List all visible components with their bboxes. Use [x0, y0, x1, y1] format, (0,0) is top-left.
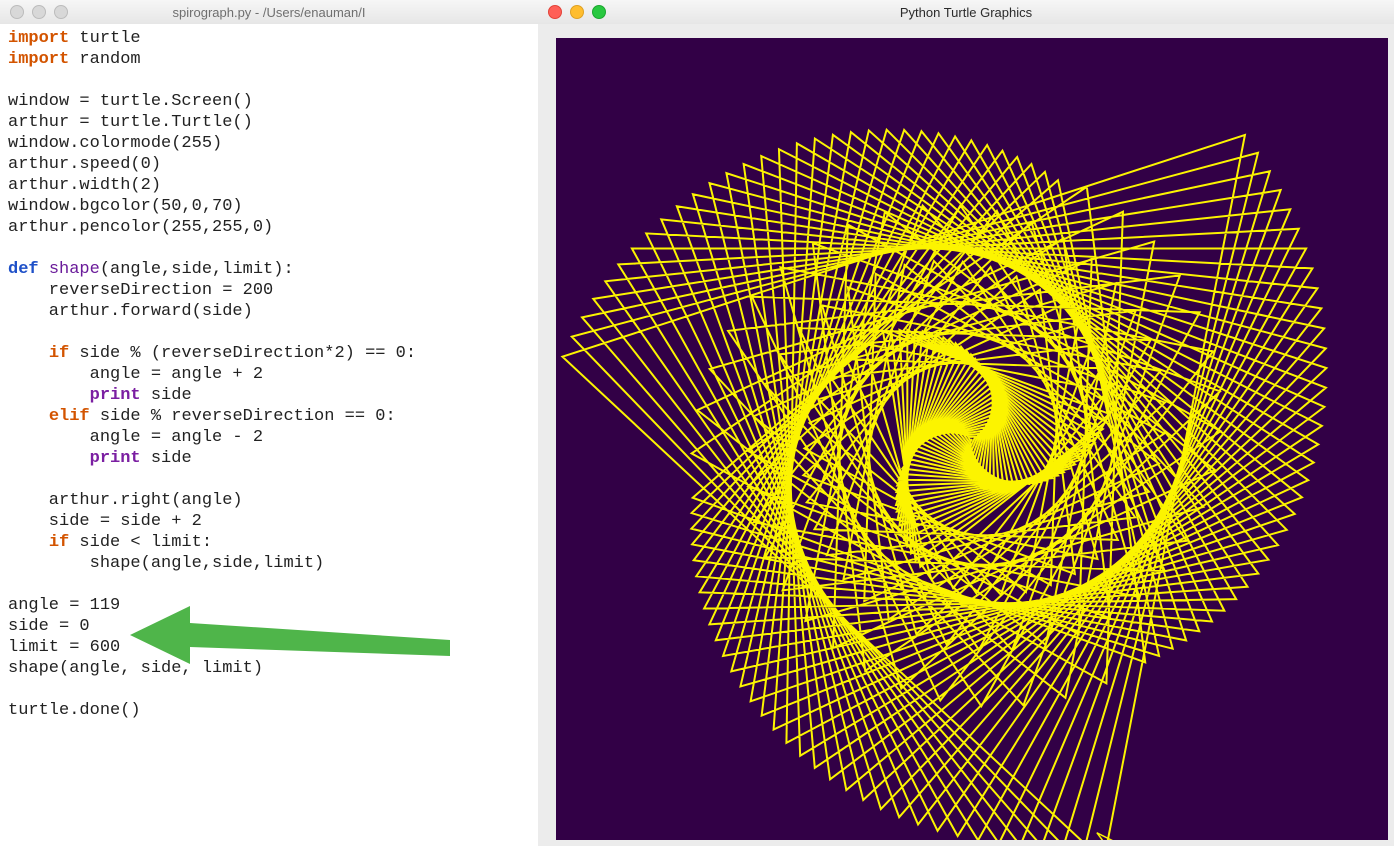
graphics-pane[interactable]: [538, 24, 1394, 846]
code-line: side % (reverseDirection*2) == 0:: [69, 344, 416, 363]
code-line: shape(angle,side,limit): [8, 554, 324, 573]
turtle-canvas[interactable]: [556, 38, 1388, 840]
graphics-traffic-lights: [548, 5, 606, 19]
code-line: arthur.speed(0): [8, 155, 161, 174]
graphics-title: Python Turtle Graphics: [538, 5, 1394, 20]
minimize-icon[interactable]: [570, 5, 584, 19]
minimize-icon[interactable]: [32, 5, 46, 19]
function-name: shape: [49, 260, 100, 279]
keyword-elif: elif: [49, 407, 90, 426]
screenshot-stage: spirograph.py - /Users/enauman/I Python …: [0, 0, 1394, 846]
code-line: side: [141, 386, 192, 405]
editor-title: spirograph.py - /Users/enauman/I: [0, 5, 538, 20]
maximize-icon[interactable]: [592, 5, 606, 19]
maximize-icon[interactable]: [54, 5, 68, 19]
code-line: angle = angle + 2: [8, 365, 263, 384]
code-line: arthur = turtle.Turtle(): [8, 113, 253, 132]
graphics-titlebar[interactable]: Python Turtle Graphics: [538, 0, 1394, 25]
editor-pane[interactable]: import turtle import random window = tur…: [0, 24, 538, 846]
module-name: turtle: [69, 29, 140, 48]
code-line: side < limit:: [69, 533, 212, 552]
keyword-print: print: [90, 386, 141, 405]
code-line: arthur.pencolor(255,255,0): [8, 218, 273, 237]
function-params: (angle,side,limit):: [100, 260, 294, 279]
code-line: side = side + 2: [8, 512, 202, 531]
close-icon[interactable]: [548, 5, 562, 19]
code-line: turtle.done(): [8, 701, 141, 720]
module-name: random: [69, 50, 140, 69]
spirograph-drawing: [556, 38, 1388, 840]
keyword-def: def: [8, 260, 39, 279]
keyword-if: if: [49, 533, 69, 552]
keyword-if: if: [49, 344, 69, 363]
code-line: angle = angle - 2: [8, 428, 263, 447]
code-line: reverseDirection = 200: [8, 281, 273, 300]
code-line: angle = 119: [8, 596, 120, 615]
keyword-import: import: [8, 29, 69, 48]
code-line: side = 0: [8, 617, 90, 636]
code-line: limit = 600: [8, 638, 120, 657]
code-line: side % reverseDirection == 0:: [90, 407, 396, 426]
code-line: window = turtle.Screen(): [8, 92, 253, 111]
keyword-print: print: [90, 449, 141, 468]
code-line: arthur.forward(side): [8, 302, 253, 321]
code-line: window.colormode(255): [8, 134, 222, 153]
code-line: side: [141, 449, 192, 468]
code-line: shape(angle, side, limit): [8, 659, 263, 678]
keyword-import: import: [8, 50, 69, 69]
code-line: arthur.width(2): [8, 176, 161, 195]
editor-titlebar[interactable]: spirograph.py - /Users/enauman/I: [0, 0, 538, 25]
code-content[interactable]: import turtle import random window = tur…: [8, 28, 534, 846]
editor-traffic-lights: [10, 5, 68, 19]
code-line: window.bgcolor(50,0,70): [8, 197, 243, 216]
close-icon[interactable]: [10, 5, 24, 19]
code-line: arthur.right(angle): [8, 491, 243, 510]
